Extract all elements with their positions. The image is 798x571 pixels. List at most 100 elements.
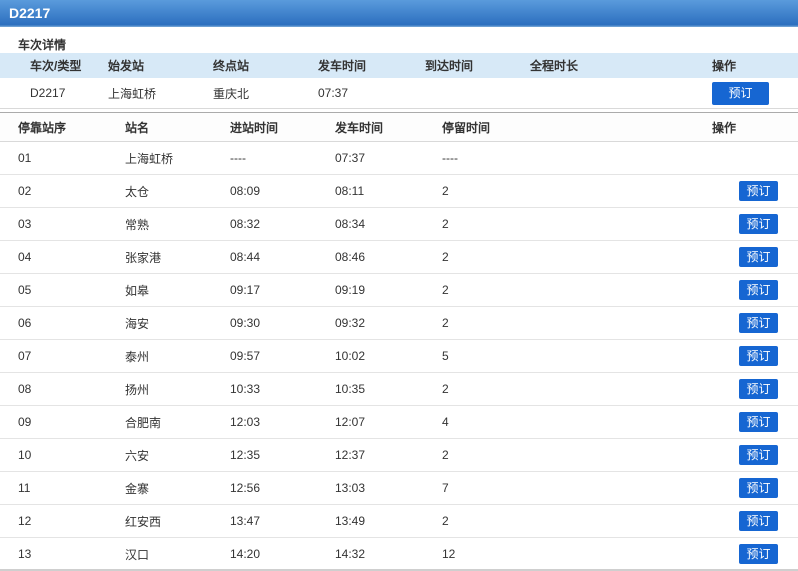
train-summary-table: 车次/类型 始发站 终点站 发车时间 到达时间 全程时长 操作 D2217 上海… [0,53,798,109]
departure-time-cell: 12:07 [335,415,366,429]
stop-seq-cell: 10 [18,448,32,462]
departure-time-cell: 08:11 [335,184,365,198]
book-button[interactable]: 预订 [712,81,769,105]
book-button[interactable]: 预订 [739,247,778,267]
stops-header-row: 停靠站序 站名 进站时间 发车时间 停留时间 操作 [0,113,798,142]
stop-seq-cell: 05 [18,283,32,297]
stay-time-cell: 2 [442,184,449,198]
stop-row: 03 常熟 08:32 08:34 2 预订 [0,208,798,241]
stops-table: 停靠站序 站名 进站时间 发车时间 停留时间 操作 01 上海虹桥 ---- 0… [0,112,798,571]
departure-time-cell: 07:37 [335,151,366,165]
station-name-cell: 泰州 [125,349,150,364]
departure-time-cell: 09:19 [335,283,366,297]
header-cell-terminus: 终点站 [213,59,250,73]
stop-seq-cell: 08 [18,382,32,396]
station-name-cell: 太仓 [125,184,150,199]
header-cell-duration: 全程时长 [530,59,579,73]
departure-time-cell: 10:35 [335,382,366,396]
terminus-station-cell: 重庆北 [213,86,250,101]
station-name-cell: 合肥南 [125,415,162,430]
origin-station-cell: 上海虹桥 [108,86,157,101]
stay-time-cell: 12 [442,547,456,561]
stay-time-cell: ---- [442,151,458,165]
stop-row: 10 六安 12:35 12:37 2 预订 [0,439,798,472]
station-name-cell: 扬州 [125,382,150,397]
arrival-time-cell: 14:20 [230,547,261,561]
arrival-time-cell: 08:44 [230,250,261,264]
header-cell-action: 操作 [712,59,737,73]
arrival-time-cell: 08:09 [230,184,261,198]
departure-time-cell: 14:32 [335,547,366,561]
station-name-cell: 六安 [125,448,150,463]
departure-time-cell: 08:34 [335,217,366,231]
stop-row: 02 太仓 08:09 08:11 2 预订 [0,175,798,208]
book-button[interactable]: 预订 [739,412,778,432]
header-cell-train-type: 车次/类型 [30,59,82,73]
stop-seq-cell: 06 [18,316,32,330]
train-summary-header-row: 车次/类型 始发站 终点站 发车时间 到达时间 全程时长 操作 [0,53,798,78]
depart-time-cell: 07:37 [318,86,349,100]
station-name-cell: 汉口 [125,547,150,562]
stop-seq-cell: 02 [18,184,32,198]
book-button[interactable]: 预订 [739,379,778,399]
stop-seq-cell: 12 [18,514,32,528]
station-name-cell: 如皋 [125,283,150,298]
book-button[interactable]: 预订 [739,214,778,234]
arrival-time-cell: 12:35 [230,448,261,462]
stop-row: 08 扬州 10:33 10:35 2 预订 [0,373,798,406]
stop-seq-cell: 07 [18,349,32,363]
book-button[interactable]: 预订 [739,445,778,465]
stay-time-cell: 2 [442,382,449,396]
arrival-time-cell: 09:30 [230,316,261,330]
station-name-cell: 常熟 [125,217,150,232]
stay-time-cell: 2 [442,283,449,297]
stop-row: 07 泰州 09:57 10:02 5 预订 [0,340,798,373]
station-name-cell: 红安西 [125,514,162,529]
stop-seq-cell: 09 [18,415,32,429]
train-summary-row: D2217 上海虹桥 重庆北 07:37 预订 [0,78,798,109]
stop-seq-cell: 03 [18,217,32,231]
departure-time-cell: 09:32 [335,316,366,330]
arrival-time-cell: 08:32 [230,217,261,231]
stop-row: 13 汉口 14:20 14:32 12 预订 [0,538,798,571]
header-cell-station-name: 站名 [125,120,150,135]
stop-seq-cell: 04 [18,250,32,264]
stay-time-cell: 2 [442,250,449,264]
stop-row: 04 张家港 08:44 08:46 2 预订 [0,241,798,274]
train-code-cell: D2217 [30,86,66,100]
stay-time-cell: 2 [442,514,449,528]
book-button[interactable]: 预订 [739,511,778,531]
title-bar: D2217 [0,0,798,27]
arrival-time-cell: 12:56 [230,481,261,495]
stay-time-cell: 5 [442,349,449,363]
book-button[interactable]: 预订 [739,313,778,333]
train-code-title: D2217 [9,5,51,21]
stay-time-cell: 2 [442,316,449,330]
stop-row: 01 上海虹桥 ---- 07:37 ---- [0,142,798,175]
arrival-time-cell: 09:17 [230,283,261,297]
book-button[interactable]: 预订 [739,478,778,498]
stop-row: 09 合肥南 12:03 12:07 4 预订 [0,406,798,439]
stops-table-body: 01 上海虹桥 ---- 07:37 ---- 02 太仓 08:09 08:1… [0,142,798,571]
stop-seq-cell: 13 [18,547,32,561]
book-button[interactable]: 预订 [739,280,778,300]
arrival-time-cell: 13:47 [230,514,261,528]
departure-time-cell: 13:03 [335,481,366,495]
stay-time-cell: 2 [442,217,449,231]
header-cell-arrive-time: 到达时间 [425,59,474,73]
header-cell-stay-time: 停留时间 [442,120,491,135]
stop-seq-cell: 11 [18,481,31,495]
station-name-cell: 上海虹桥 [125,151,174,166]
stop-row: 12 红安西 13:47 13:49 2 预订 [0,505,798,538]
station-name-cell: 张家港 [125,250,162,265]
header-cell-departure-time: 发车时间 [335,120,384,135]
stay-time-cell: 4 [442,415,449,429]
header-cell-stop-seq: 停靠站序 [18,120,67,135]
header-cell-arrival-time: 进站时间 [230,120,279,135]
header-cell-origin: 始发站 [108,59,145,73]
book-button[interactable]: 预订 [739,181,778,201]
book-button[interactable]: 预订 [739,544,778,564]
book-button[interactable]: 预订 [739,346,778,366]
arrival-time-cell: 12:03 [230,415,261,429]
stop-row: 05 如皋 09:17 09:19 2 预订 [0,274,798,307]
